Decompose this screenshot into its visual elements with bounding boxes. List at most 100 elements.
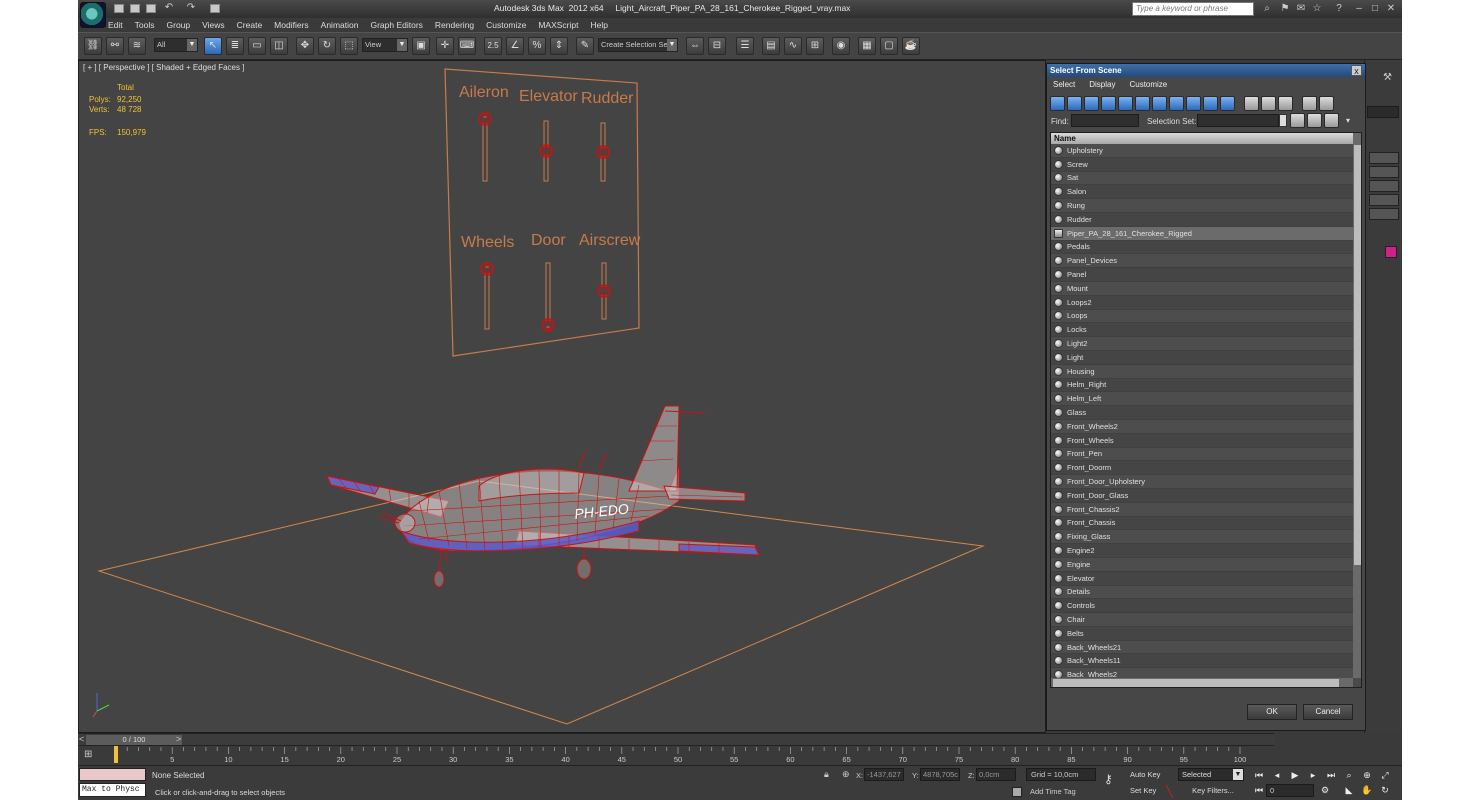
object-type-button-4[interactable] — [1369, 194, 1399, 206]
reference-coordinate-dropdown[interactable]: View ▼ — [362, 38, 408, 52]
rendered-frame-window-icon[interactable]: ▢ — [880, 37, 898, 55]
curve-editor-icon[interactable]: ∿ — [784, 37, 802, 55]
keyboard-shortcut-override-icon[interactable]: ⌨ — [458, 37, 476, 55]
list-item[interactable]: Sat — [1051, 171, 1353, 186]
display-cameras-icon[interactable] — [1101, 96, 1116, 111]
list-item[interactable]: Fixing_Glass — [1051, 530, 1353, 545]
time-prev-icon[interactable]: < — [79, 734, 84, 744]
zoom-all-icon[interactable]: ⊕ — [1360, 769, 1374, 781]
scene-object-list[interactable]: Name Upholstery Screw Sat Salon Rung Rudder Pi… — [1050, 132, 1362, 688]
key-filters-button[interactable]: Key Filters... — [1178, 784, 1248, 797]
pivot-center-icon[interactable]: ▣ — [412, 37, 430, 55]
command-panel[interactable]: ⚒ — [1364, 60, 1402, 733]
edit-named-selection-icon[interactable]: ✎ — [576, 37, 594, 55]
list-item[interactable]: Loops — [1051, 309, 1353, 324]
set-key-button[interactable]: Set Key — [1130, 784, 1164, 797]
time-slider[interactable]: < 0 / 100 > — [78, 733, 1274, 745]
list-item[interactable]: Front_Chassis — [1051, 516, 1353, 531]
new-file-icon[interactable] — [114, 4, 124, 13]
list-item[interactable]: Front_Doorm — [1051, 461, 1353, 476]
maxscript-output[interactable] — [79, 768, 146, 781]
object-color-swatch[interactable] — [1385, 246, 1397, 258]
selection-filter-dropdown[interactable]: All ▼ — [154, 38, 198, 52]
z-coordinate-field[interactable]: 0,0cm — [976, 768, 1016, 781]
horizontal-scroll-thumb[interactable] — [1053, 679, 1339, 687]
menu-customize[interactable]: Customize — [486, 18, 526, 32]
list-item[interactable]: Engine2 — [1051, 544, 1353, 558]
dialog-close-icon[interactable]: x — [1351, 65, 1362, 76]
set-key-icon[interactable]: ╲ — [1166, 785, 1173, 798]
mirror-icon[interactable]: ⇔ — [686, 37, 704, 55]
list-item[interactable]: Salon — [1051, 185, 1353, 200]
menu-help[interactable]: Help — [590, 18, 607, 32]
list-item[interactable]: Housing — [1051, 364, 1353, 379]
previous-frame-icon[interactable]: ◂ — [1270, 769, 1284, 781]
play-icon[interactable]: ▶ — [1288, 769, 1302, 781]
object-type-button-5[interactable] — [1369, 208, 1399, 220]
layer-manager-icon[interactable]: ☰ — [736, 37, 754, 55]
display-frozen-icon[interactable] — [1220, 96, 1235, 111]
list-item[interactable]: Pedals — [1051, 240, 1353, 255]
selection-lock-icon[interactable]: 🔒︎ — [824, 769, 829, 780]
rotate-icon[interactable]: ↻ — [318, 37, 336, 55]
keyword-search-input[interactable]: Type a keyword or phrase — [1132, 2, 1254, 16]
key-mode-dropdown[interactable]: Selected ▼ — [1178, 768, 1244, 781]
link-icon[interactable]: ⛓ — [84, 37, 102, 55]
dialog-title[interactable]: Select From Scene — [1047, 64, 1365, 77]
list-item[interactable]: Belts — [1051, 626, 1353, 641]
go-to-end-icon[interactable]: ⏭ — [1324, 769, 1338, 781]
select-object-icon[interactable]: ↖ — [204, 37, 222, 55]
menu-graph-editors[interactable]: Graph Editors — [370, 18, 422, 32]
dialog-menu-select[interactable]: Select — [1053, 79, 1075, 91]
list-item[interactable]: Front_Wheels — [1051, 433, 1353, 448]
list-item[interactable]: Upholstery — [1051, 144, 1353, 158]
display-lights-icon[interactable] — [1084, 96, 1099, 111]
mini-curve-editor-icon[interactable]: ⊞ — [84, 749, 98, 761]
list-header-name[interactable]: Name — [1051, 133, 1353, 144]
display-shapes-icon[interactable] — [1067, 96, 1082, 111]
bind-space-warp-icon[interactable]: ≋ — [128, 37, 146, 55]
scale-icon[interactable]: ⬚ — [340, 37, 358, 55]
menu-rendering[interactable]: Rendering — [435, 18, 474, 32]
list-item[interactable]: Chair — [1051, 613, 1353, 627]
maximize-icon[interactable]: □ — [1368, 2, 1382, 16]
redo-icon[interactable]: ↷ — [184, 1, 198, 15]
category-dropdown[interactable] — [1367, 106, 1399, 118]
list-item[interactable]: Mount — [1051, 281, 1353, 296]
display-space-warps-icon[interactable] — [1135, 96, 1150, 111]
menu-animation[interactable]: Animation — [321, 18, 359, 32]
horizontal-scrollbar[interactable] — [1051, 678, 1353, 687]
select-manipulate-icon[interactable]: ✛ — [436, 37, 454, 55]
list-item[interactable]: Front_Pen — [1051, 447, 1353, 462]
add-time-tag[interactable]: Add Time Tag — [1030, 787, 1076, 796]
list-item[interactable]: Locks — [1051, 323, 1353, 338]
next-frame-icon[interactable]: ▸ — [1306, 769, 1320, 781]
list-item[interactable]: Helm_Right — [1051, 378, 1353, 393]
field-of-view-icon[interactable]: ◣ — [1342, 784, 1356, 796]
display-all-icon[interactable] — [1244, 96, 1259, 111]
list-item[interactable]: Front_Door_Glass — [1051, 488, 1353, 503]
render-production-icon[interactable]: ☕ — [902, 37, 920, 55]
list-item[interactable]: Rudder — [1051, 212, 1353, 227]
material-editor-icon[interactable]: ◉ — [832, 37, 850, 55]
list-item[interactable]: Back_Wheels11 — [1051, 654, 1353, 669]
display-invert-icon[interactable] — [1278, 96, 1293, 111]
pan-view-icon[interactable]: ✋ — [1360, 784, 1374, 796]
time-slider-thumb[interactable]: 0 / 100 — [86, 735, 182, 745]
maxscript-listener-input[interactable]: Max to Physc — [79, 783, 146, 797]
zoom-icon[interactable]: ⌕ — [1342, 769, 1356, 781]
list-item[interactable]: Controls — [1051, 599, 1353, 614]
viewport-label[interactable]: [ + ] [ Perspective ] [ Shaded + Edged F… — [83, 63, 244, 72]
selection-set-add-icon[interactable] — [1307, 113, 1322, 128]
cancel-button[interactable]: Cancel — [1303, 704, 1353, 720]
chevron-down-icon[interactable] — [1279, 114, 1287, 127]
menu-maxscript[interactable]: MAXScript — [538, 18, 578, 32]
help-icon[interactable]: ? — [1332, 2, 1346, 16]
display-containers-icon[interactable] — [1203, 96, 1218, 111]
list-item[interactable]: Light — [1051, 350, 1353, 365]
filter-options-icon[interactable] — [1319, 96, 1334, 111]
app-logo-icon[interactable] — [80, 2, 106, 28]
percent-snap-icon[interactable]: % — [528, 37, 546, 55]
current-frame-field[interactable]: 0 — [1266, 784, 1314, 797]
list-item[interactable]: Helm_Left — [1051, 392, 1353, 407]
